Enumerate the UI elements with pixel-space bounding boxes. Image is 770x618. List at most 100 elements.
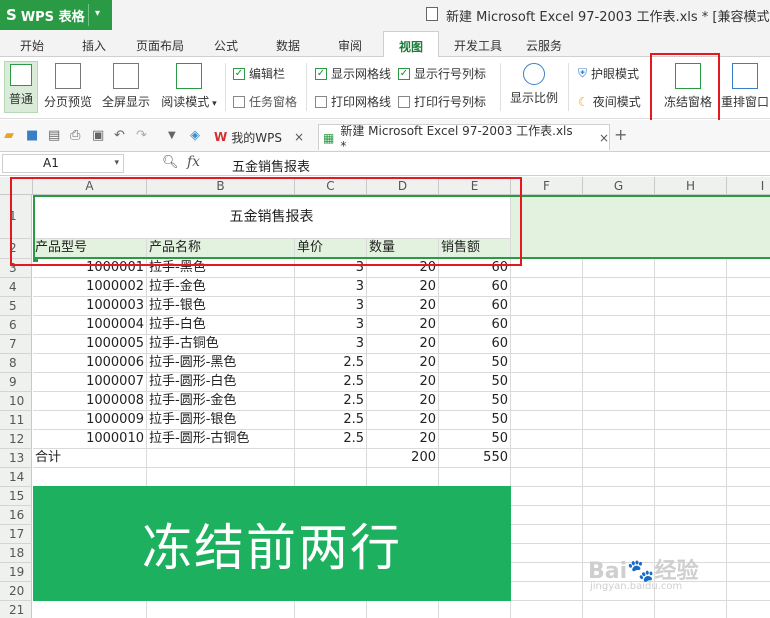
- print-gridlines-checkbox[interactable]: 打印网格线: [315, 93, 391, 110]
- empty-cell[interactable]: [655, 525, 727, 544]
- empty-cell[interactable]: [727, 449, 770, 468]
- print-preview-icon[interactable]: ▤: [48, 128, 60, 143]
- cube-icon[interactable]: ◈: [190, 128, 200, 143]
- row-header[interactable]: 13: [0, 449, 32, 468]
- empty-cell[interactable]: [439, 468, 511, 487]
- empty-cell[interactable]: [655, 449, 727, 468]
- fx-icon[interactable]: fx: [187, 154, 200, 170]
- table-cell[interactable]: 60: [439, 316, 511, 335]
- empty-cell[interactable]: [583, 506, 655, 525]
- tab-page-layout[interactable]: 页面布局: [136, 37, 184, 54]
- app-menu-button[interactable]: S WPS 表格 ▾: [0, 0, 112, 30]
- empty-cell[interactable]: [727, 392, 770, 411]
- open-folder-icon[interactable]: ▰: [4, 128, 14, 143]
- empty-cell[interactable]: [439, 601, 511, 618]
- chevron-down-icon[interactable]: ▼: [168, 130, 176, 141]
- tab-cloud[interactable]: 云服务: [526, 37, 562, 54]
- empty-cell[interactable]: [727, 297, 770, 316]
- empty-cell[interactable]: [583, 354, 655, 373]
- table-cell[interactable]: 20: [367, 373, 439, 392]
- close-icon[interactable]: ×: [294, 130, 304, 144]
- table-cell[interactable]: 1000004: [33, 316, 147, 335]
- empty-cell[interactable]: [655, 297, 727, 316]
- table-cell[interactable]: 拉手-圆形-古铜色: [147, 430, 295, 449]
- table-cell[interactable]: 2.5: [295, 373, 367, 392]
- empty-cell[interactable]: [511, 563, 583, 582]
- show-gridlines-checkbox[interactable]: ✓ 显示网格线: [315, 65, 391, 82]
- redo-icon[interactable]: ↷: [136, 128, 147, 143]
- empty-cell[interactable]: [147, 468, 295, 487]
- empty-cell[interactable]: [511, 392, 583, 411]
- row-header[interactable]: 16: [0, 506, 32, 525]
- formula-input[interactable]: 五金销售报表: [232, 156, 310, 175]
- empty-cell[interactable]: [655, 506, 727, 525]
- table-cell[interactable]: 拉手-银色: [147, 297, 295, 316]
- empty-cell[interactable]: [583, 335, 655, 354]
- empty-cell[interactable]: [583, 601, 655, 618]
- empty-cell[interactable]: [727, 601, 770, 618]
- table-cell[interactable]: 200: [367, 449, 439, 468]
- empty-cell[interactable]: [655, 411, 727, 430]
- empty-cell[interactable]: [583, 259, 655, 278]
- table-cell[interactable]: 50: [439, 392, 511, 411]
- empty-cell[interactable]: [727, 525, 770, 544]
- row-header[interactable]: 4: [0, 278, 32, 297]
- table-cell[interactable]: 20: [367, 392, 439, 411]
- table-cell[interactable]: 2.5: [295, 430, 367, 449]
- new-tab-icon[interactable]: +: [614, 125, 627, 144]
- empty-cell[interactable]: [583, 373, 655, 392]
- row-header[interactable]: 9: [0, 373, 32, 392]
- row-header[interactable]: 20: [0, 582, 32, 601]
- empty-cell[interactable]: [511, 430, 583, 449]
- tab-view[interactable]: 视图: [383, 31, 439, 58]
- table-cell[interactable]: 1000006: [33, 354, 147, 373]
- table-cell[interactable]: 2.5: [295, 392, 367, 411]
- empty-cell[interactable]: [727, 354, 770, 373]
- table-cell[interactable]: 拉手-圆形-黑色: [147, 354, 295, 373]
- empty-cell[interactable]: [511, 601, 583, 618]
- column-header[interactable]: I: [727, 177, 770, 195]
- empty-cell[interactable]: [655, 335, 727, 354]
- empty-cell[interactable]: [295, 601, 367, 618]
- empty-cell[interactable]: [655, 468, 727, 487]
- empty-cell[interactable]: [727, 544, 770, 563]
- tab-document[interactable]: ▦ 新建 Microsoft Excel 97-2003 工作表.xls * ×: [318, 124, 610, 153]
- column-header[interactable]: G: [583, 177, 655, 195]
- table-cell[interactable]: 拉手-金色: [147, 278, 295, 297]
- table-cell[interactable]: 3: [295, 278, 367, 297]
- table-cell[interactable]: 60: [439, 335, 511, 354]
- table-cell[interactable]: 20: [367, 411, 439, 430]
- empty-cell[interactable]: [511, 525, 583, 544]
- tab-review[interactable]: 审阅: [338, 37, 362, 54]
- row-header[interactable]: 15: [0, 487, 32, 506]
- row-header[interactable]: 11: [0, 411, 32, 430]
- name-box[interactable]: A1 ▾: [2, 154, 124, 173]
- table-cell[interactable]: 拉手-古铜色: [147, 335, 295, 354]
- empty-cell[interactable]: [511, 354, 583, 373]
- empty-cell[interactable]: [583, 411, 655, 430]
- table-cell[interactable]: 1000009: [33, 411, 147, 430]
- reading-mode-button[interactable]: 阅读模式 ▾: [158, 63, 220, 110]
- empty-cell[interactable]: [511, 487, 583, 506]
- table-cell[interactable]: 拉手-圆形-金色: [147, 392, 295, 411]
- empty-cell[interactable]: [511, 411, 583, 430]
- empty-cell[interactable]: [583, 297, 655, 316]
- empty-cell[interactable]: [655, 316, 727, 335]
- row-header[interactable]: 12: [0, 430, 32, 449]
- table-cell[interactable]: 50: [439, 354, 511, 373]
- rearrange-windows-button[interactable]: 重排窗口: [720, 63, 770, 110]
- normal-view-button[interactable]: 普通: [4, 61, 38, 113]
- table-cell[interactable]: [147, 449, 295, 468]
- tab-developer[interactable]: 开发工具: [454, 37, 502, 54]
- tab-insert[interactable]: 插入: [82, 37, 106, 54]
- row-header[interactable]: 14: [0, 468, 32, 487]
- row-header[interactable]: 21: [0, 601, 32, 618]
- column-header[interactable]: H: [655, 177, 727, 195]
- table-cell[interactable]: 2.5: [295, 411, 367, 430]
- table-cell[interactable]: 3: [295, 335, 367, 354]
- table-cell[interactable]: 550: [439, 449, 511, 468]
- table-cell[interactable]: 1000008: [33, 392, 147, 411]
- row-header[interactable]: 17: [0, 525, 32, 544]
- empty-cell[interactable]: [33, 468, 147, 487]
- empty-cell[interactable]: [727, 487, 770, 506]
